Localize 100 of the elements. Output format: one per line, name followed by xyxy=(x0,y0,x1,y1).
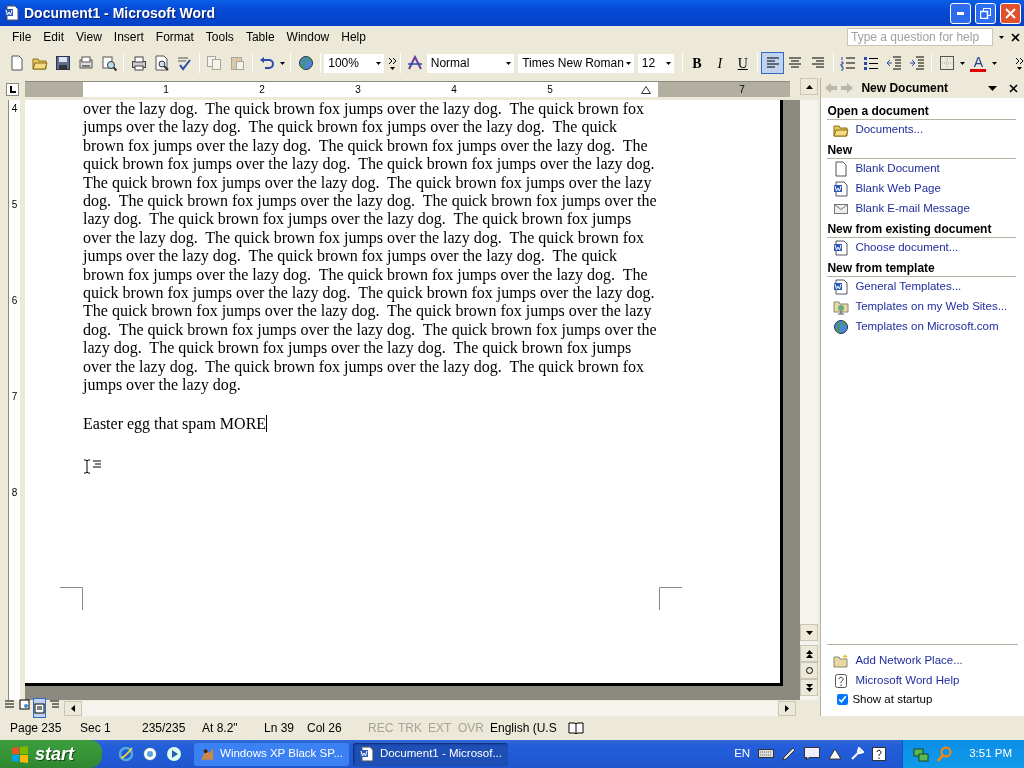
pane-link[interactable]: Add Network Place... xyxy=(855,652,963,670)
section-heading: New xyxy=(827,143,1016,159)
pane-link[interactable]: Templates on Microsoft.com xyxy=(855,318,999,336)
align-center-icon xyxy=(787,55,804,71)
status-field: Page 235 xyxy=(10,721,62,735)
status-field: Ln 39 xyxy=(264,721,295,735)
dropdown-arrow-icon xyxy=(991,61,997,65)
menu-item[interactable]: Insert xyxy=(107,27,150,47)
keyboard-icon[interactable] xyxy=(758,747,775,759)
tab-stop-icon[interactable] xyxy=(6,82,19,96)
help-icon xyxy=(833,672,850,689)
handwriting-icon[interactable] xyxy=(828,747,843,761)
font-color-button[interactable]: A xyxy=(967,52,990,74)
down-arrow-icon xyxy=(805,630,813,635)
envelope-icon xyxy=(833,201,850,217)
pane-link[interactable]: Templates on my Web Sites... xyxy=(855,298,1008,316)
toolbar-options-icon[interactable] xyxy=(1014,56,1024,71)
align-right-icon xyxy=(810,55,827,71)
scroll-down-button[interactable] xyxy=(800,624,818,641)
underline-button[interactable]: U xyxy=(731,52,755,74)
dropdown-arrow-icon[interactable] xyxy=(988,85,997,91)
save-icon xyxy=(55,55,72,71)
right-arrow-icon xyxy=(785,704,790,712)
application-icon xyxy=(200,746,216,762)
menu-item[interactable]: Edit xyxy=(37,27,71,47)
style-combo[interactable]: Normal xyxy=(426,53,515,73)
pane-link[interactable]: Blank Document xyxy=(855,160,940,178)
globe-icon xyxy=(833,319,850,335)
zoom-combo[interactable]: 100% xyxy=(324,53,384,73)
vertical-ruler[interactable]: 4 5 6 7 8 xyxy=(8,100,20,700)
menu-item[interactable]: Format xyxy=(149,27,200,47)
pane-link[interactable]: Blank E-mail Message xyxy=(855,200,970,218)
scroll-right-button[interactable] xyxy=(778,700,797,716)
word-document-icon xyxy=(359,746,375,762)
word-document-icon xyxy=(833,279,850,295)
text-caret xyxy=(266,415,268,433)
ruler-number: 4 xyxy=(451,84,457,95)
show-at-startup-checkbox[interactable] xyxy=(837,693,849,705)
language-status[interactable]: English (U.S xyxy=(490,721,557,735)
menu-item[interactable]: Table xyxy=(239,27,281,47)
menu-item[interactable]: View xyxy=(70,27,108,47)
next-page-button[interactable] xyxy=(800,679,818,696)
close-icon xyxy=(1005,7,1016,19)
close-button[interactable] xyxy=(1000,2,1021,24)
help-icon[interactable] xyxy=(872,747,887,761)
start-button[interactable]: start xyxy=(0,740,102,768)
close-icon[interactable] xyxy=(1009,84,1018,94)
pane-link[interactable]: Microsoft Word Help xyxy=(855,672,960,690)
minimize-button[interactable] xyxy=(950,2,971,24)
pane-link[interactable]: Blank Web Page xyxy=(855,180,941,198)
left-arrow-icon xyxy=(71,704,75,712)
ruler-number: 4 xyxy=(11,103,18,114)
menu-item[interactable]: File xyxy=(6,27,38,47)
up-arrow-icon xyxy=(805,84,813,89)
vertical-scrollbar[interactable] xyxy=(800,100,818,700)
font-combo[interactable]: Times New Roman xyxy=(518,53,634,73)
pane-link[interactable]: General Templates... xyxy=(855,278,962,296)
network-icon[interactable] xyxy=(913,746,930,762)
pane-link[interactable]: Documents... xyxy=(855,121,924,139)
outline-view-icon[interactable] xyxy=(49,699,60,710)
select-browse-object-button[interactable] xyxy=(800,662,818,679)
taskbar-button[interactable]: Windows XP Black SP... xyxy=(194,742,349,766)
file-search-icon xyxy=(100,55,117,71)
checkbox-label: Show at startup xyxy=(852,691,933,707)
taskbar-button[interactable]: Document1 - Microsof... xyxy=(353,742,508,766)
book-icon[interactable] xyxy=(568,721,584,735)
menu-item[interactable]: Help xyxy=(335,27,372,47)
bold-button[interactable]: B xyxy=(685,52,709,74)
speech-icon[interactable] xyxy=(804,747,821,761)
menu-item[interactable]: Window xyxy=(280,27,336,47)
horizontal-ruler[interactable]: 1 2 3 4 5 7 xyxy=(25,81,790,97)
email-client-icon[interactable] xyxy=(142,746,158,762)
document-page[interactable] xyxy=(25,100,783,686)
help-question-field[interactable]: Type a question for help xyxy=(847,28,993,46)
browser-icon[interactable] xyxy=(118,746,134,762)
restore-button[interactable] xyxy=(975,2,996,24)
scroll-left-button[interactable] xyxy=(64,700,82,716)
pen-icon[interactable] xyxy=(782,747,797,761)
toolbar-options-icon[interactable] xyxy=(387,56,397,71)
menu-item[interactable]: Tools xyxy=(199,27,240,47)
status-field: At 8.2" xyxy=(202,721,238,735)
tools-icon[interactable] xyxy=(850,747,865,761)
normal-view-icon[interactable] xyxy=(4,699,15,710)
media-player-icon[interactable] xyxy=(166,746,182,762)
print-layout-view-button[interactable] xyxy=(34,699,45,717)
web-layout-icon[interactable] xyxy=(19,699,30,710)
scroll-up-button[interactable] xyxy=(800,78,818,95)
pane-link[interactable]: Choose document... xyxy=(855,239,959,257)
align-left-button[interactable] xyxy=(761,52,785,74)
right-indent-marker-icon[interactable] xyxy=(641,85,651,94)
typed-text: Easter egg that spam MORE xyxy=(83,414,267,433)
word-document-icon xyxy=(833,240,850,256)
network-folder-icon xyxy=(833,652,850,669)
status-field: 235/235 xyxy=(142,721,186,735)
ruler-number: 8 xyxy=(11,487,18,498)
document-icon xyxy=(833,161,850,177)
input-language-indicator[interactable]: EN xyxy=(734,745,751,763)
font-size-combo[interactable]: 12 xyxy=(637,53,674,73)
italic-button[interactable]: I xyxy=(708,52,732,74)
previous-page-button[interactable] xyxy=(800,645,818,662)
